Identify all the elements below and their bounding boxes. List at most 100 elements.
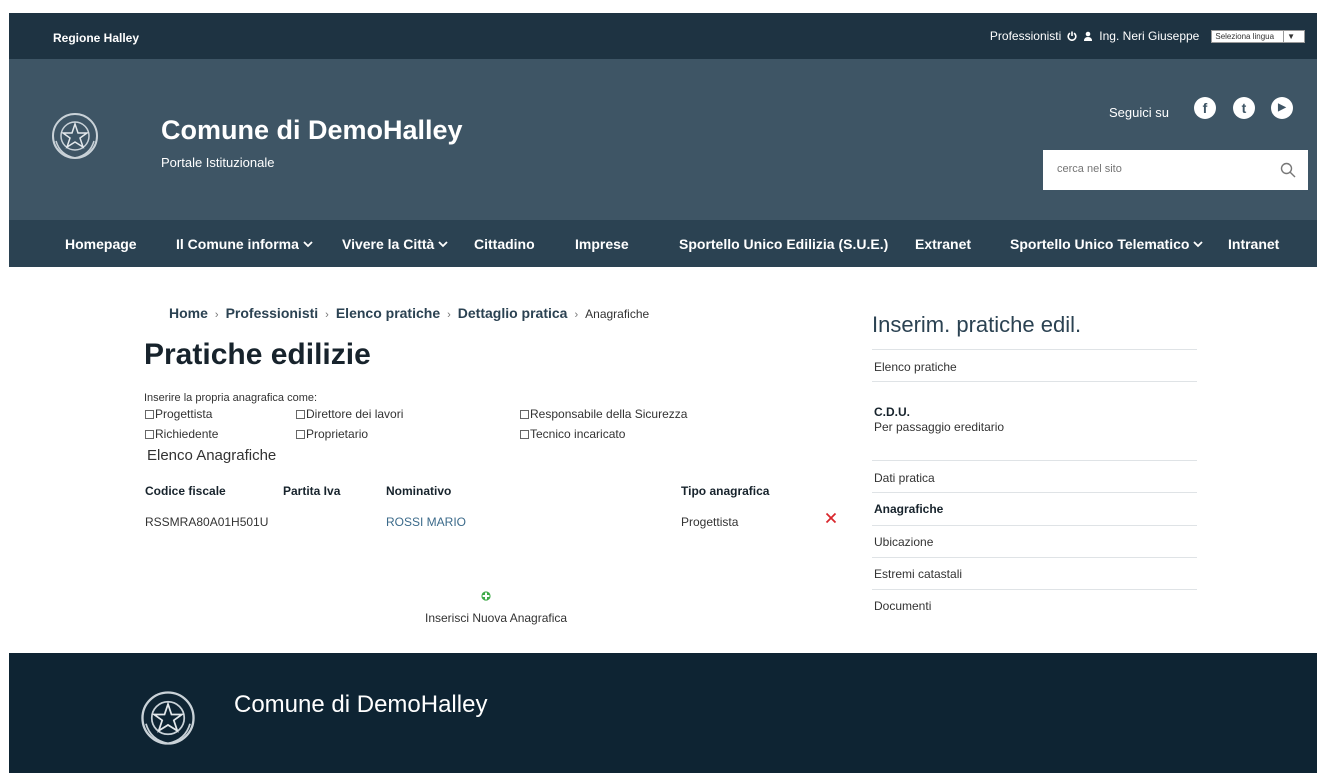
column-header-tipo-anagrafica: Tipo anagrafica <box>681 484 770 498</box>
add-anagrafica-link[interactable]: Inserisci Nuova Anagrafica <box>425 611 567 625</box>
divider <box>872 381 1197 382</box>
sidebar-title: Inserim. pratiche edil. <box>872 312 1082 337</box>
main-nav: Homepage Il Comune informa Vivere la Cit… <box>9 220 1317 267</box>
chevron-down-icon <box>1193 241 1204 248</box>
follow-label: Seguici su <box>1109 105 1169 120</box>
breadcrumb-separator: › <box>574 309 579 321</box>
nav-label: Sportello Unico Edilizia (S.U.E.) <box>679 236 889 252</box>
nav-imprese[interactable]: Imprese <box>575 236 629 252</box>
nav-vivere-la-citta[interactable]: Vivere la Città <box>342 236 448 252</box>
nav-label: Il Comune informa <box>176 236 299 252</box>
checkbox-richiedente[interactable]: Richiedente <box>145 427 218 441</box>
checkbox-label: Direttore dei lavori <box>306 407 404 421</box>
nav-intranet[interactable]: Intranet <box>1228 236 1279 252</box>
checkbox-label: Richiedente <box>155 427 219 441</box>
region-link[interactable]: Regione Halley <box>53 31 139 45</box>
delete-icon[interactable] <box>825 512 837 524</box>
cell-codice-fiscale: RSSMRA80A01H501U <box>145 515 269 529</box>
sidebar-item-anagrafiche[interactable]: Anagrafiche <box>874 502 943 516</box>
nav-extranet[interactable]: Extranet <box>915 236 971 252</box>
power-icon[interactable] <box>1067 31 1077 41</box>
checkbox-box[interactable] <box>145 409 154 419</box>
checkbox-responsabile-sicurezza[interactable]: Responsabile della Sicurezza <box>520 407 687 421</box>
footer-title: Comune di DemoHalley <box>234 691 488 718</box>
nav-label: Imprese <box>575 236 629 252</box>
user-area: Professionisti Ing. Neri Giuseppe Selezi… <box>990 29 1305 43</box>
column-header-partita-iva: Partita Iva <box>283 484 341 498</box>
checkbox-progettista[interactable]: Progettista <box>145 407 212 421</box>
emblem-logo[interactable] <box>50 111 100 161</box>
nav-il-comune-informa[interactable]: Il Comune informa <box>176 236 313 252</box>
divider <box>872 525 1197 526</box>
chevron-down-icon <box>303 241 313 248</box>
divider <box>872 460 1197 461</box>
site-footer: Comune di DemoHalley <box>9 653 1317 773</box>
search-icon[interactable] <box>1280 162 1296 178</box>
nav-cittadino[interactable]: Cittadino <box>474 236 535 252</box>
checkbox-box[interactable] <box>296 429 305 439</box>
sidebar-item-documenti[interactable]: Documenti <box>874 599 931 613</box>
site-title[interactable]: Comune di DemoHalley <box>161 115 463 146</box>
sidebar-cdu-subtitle[interactable]: Per passaggio ereditario <box>874 420 1004 434</box>
page-title: Pratiche edilizie <box>144 338 371 371</box>
checkbox-box[interactable] <box>520 429 529 439</box>
list-title: Elenco Anagrafiche <box>147 447 277 464</box>
sidebar-item-ubicazione[interactable]: Ubicazione <box>874 535 933 549</box>
breadcrumb-dettaglio-pratica[interactable]: Dettaglio pratica <box>458 305 568 321</box>
youtube-icon[interactable]: ▶ <box>1271 97 1293 119</box>
breadcrumb-home[interactable]: Home <box>169 305 208 321</box>
checkbox-box[interactable] <box>145 429 154 439</box>
sidebar-cdu-title[interactable]: C.D.U. <box>874 405 910 419</box>
emblem-logo <box>141 691 195 745</box>
site-subtitle: Portale Istituzionale <box>161 155 275 170</box>
sidebar-item-elenco-pratiche[interactable]: Elenco pratiche <box>874 360 957 374</box>
breadcrumb-current: Anagrafiche <box>585 307 650 321</box>
site-header: Comune di DemoHalley Portale Istituziona… <box>9 59 1317 220</box>
nav-homepage[interactable]: Homepage <box>65 236 137 252</box>
checkbox-proprietario[interactable]: Proprietario <box>296 427 368 441</box>
nav-label: Cittadino <box>474 236 535 252</box>
column-header-codice-fiscale: Codice fiscale <box>145 484 226 498</box>
nav-label: Homepage <box>65 236 137 252</box>
checkbox-label: Tecnico incaricato <box>530 427 626 441</box>
divider <box>872 557 1197 558</box>
cell-tipo-anagrafica: Progettista <box>681 515 739 529</box>
checkbox-direttore-lavori[interactable]: Direttore dei lavori <box>296 407 403 421</box>
user-name[interactable]: Ing. Neri Giuseppe <box>1099 29 1199 43</box>
checkbox-label: Responsabile della Sicurezza <box>530 407 688 421</box>
search-input[interactable] <box>1057 150 1267 188</box>
breadcrumb: Home › Professionisti › Elenco pratiche › Dett… <box>169 305 649 321</box>
twitter-icon[interactable]: t <box>1233 97 1255 119</box>
language-label: Seleziona lingua <box>1215 31 1275 41</box>
search-box <box>1043 150 1308 190</box>
checkbox-tecnico-incaricato[interactable]: Tecnico incaricato <box>520 427 625 441</box>
nav-label: Vivere la Città <box>342 236 435 252</box>
user-icon <box>1084 31 1093 41</box>
breadcrumb-separator: › <box>214 309 219 321</box>
breadcrumb-separator: › <box>447 309 451 321</box>
cell-nominativo-link[interactable]: ROSSI MARIO <box>386 515 466 529</box>
divider <box>872 349 1197 350</box>
chevron-down-icon <box>438 241 448 248</box>
professionisti-link[interactable]: Professionisti <box>990 29 1061 43</box>
sidebar-item-estremi-catastali[interactable]: Estremi catastali <box>874 567 962 581</box>
nav-sportello-unico-telematico[interactable]: Sportello Unico Telematico <box>1010 236 1204 252</box>
intro-text: Inserire la propria anagrafica come: <box>144 392 318 404</box>
checkbox-label: Proprietario <box>306 427 369 441</box>
sidebar-item-dati-pratica[interactable]: Dati pratica <box>874 471 935 485</box>
nav-label: Extranet <box>915 236 972 252</box>
breadcrumb-elenco-pratiche[interactable]: Elenco pratiche <box>336 305 440 321</box>
nav-label: Intranet <box>1228 236 1280 252</box>
breadcrumb-professionisti[interactable]: Professionisti <box>226 305 319 321</box>
top-bar: Regione Halley Professionisti Ing. Neri … <box>9 13 1317 59</box>
nav-sue[interactable]: Sportello Unico Edilizia (S.U.E.) <box>679 236 888 252</box>
checkbox-box[interactable] <box>520 409 529 419</box>
column-header-nominativo: Nominativo <box>386 484 452 498</box>
facebook-icon[interactable]: f <box>1194 97 1216 119</box>
chevron-down-icon: ▼ <box>1283 29 1295 43</box>
add-icon[interactable] <box>481 591 491 601</box>
language-select[interactable]: Seleziona lingua ▼ <box>1211 29 1305 43</box>
divider <box>872 589 1197 590</box>
checkbox-box[interactable] <box>296 409 305 419</box>
breadcrumb-separator: › <box>325 309 329 321</box>
